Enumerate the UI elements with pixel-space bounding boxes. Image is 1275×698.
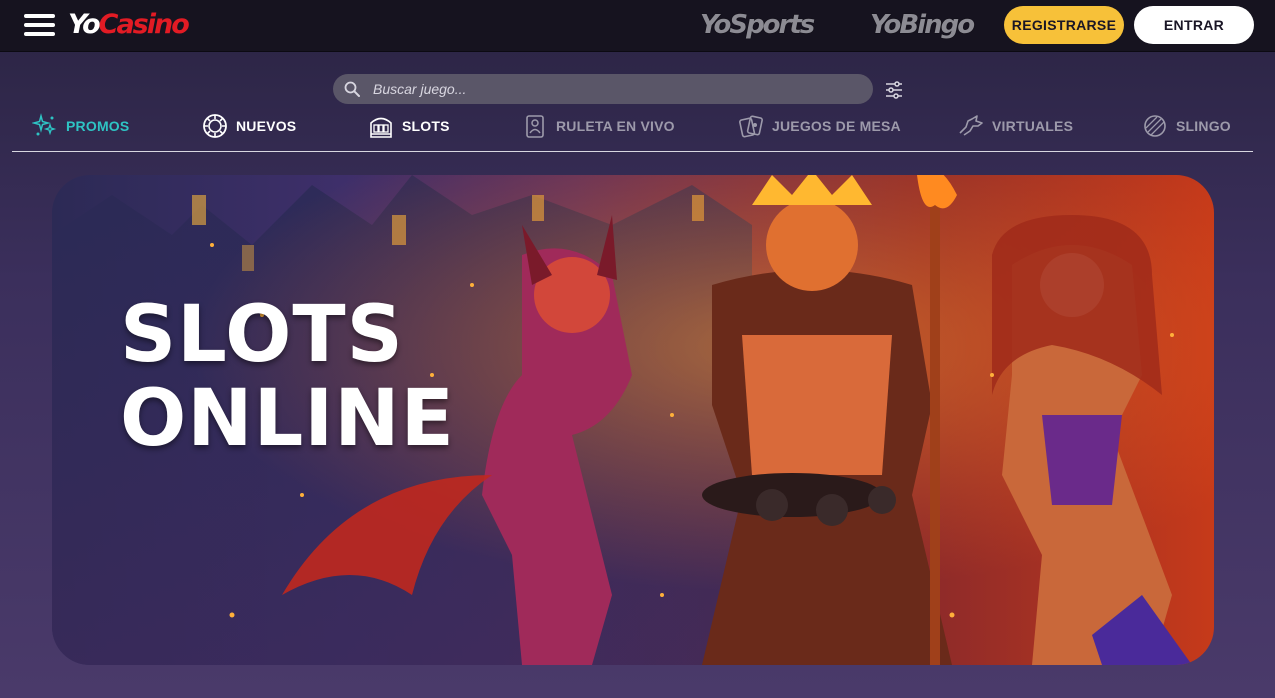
- search-input[interactable]: [373, 74, 863, 104]
- logo-casino: Casino: [98, 9, 190, 40]
- yocasino-logo[interactable]: Yo Casino: [68, 9, 190, 40]
- hero-title: SLOTS ONLINE: [120, 293, 455, 461]
- live-dealer-icon: [526, 115, 544, 138]
- category-label: SLOTS: [402, 118, 450, 134]
- chip-icon: [203, 114, 227, 138]
- horse-icon: [959, 115, 983, 136]
- register-button[interactable]: REGISTRARSE: [1004, 6, 1124, 44]
- search-bar: [333, 74, 873, 104]
- category-virtuales[interactable]: VIRTUALES: [958, 112, 1073, 140]
- yosports-link[interactable]: YoSports: [700, 10, 815, 40]
- category-slots[interactable]: SLOTS: [368, 112, 450, 140]
- category-nuevos[interactable]: NUEVOS: [202, 112, 296, 140]
- category-ruleta-en-vivo[interactable]: RULETA EN VIVO: [522, 112, 675, 140]
- logo-yo: Yo: [68, 9, 101, 40]
- category-juegos-de-mesa[interactable]: JUEGOS DE MESA: [738, 112, 901, 140]
- category-label: VIRTUALES: [992, 118, 1074, 134]
- search-icon: [344, 81, 360, 97]
- category-nav: PROMOS NUEVOS SLOTS RULETA EN VIVO JUEGO…: [12, 108, 1253, 152]
- top-bar: Yo Casino YoSports YoBingo REGISTRARSE EN…: [0, 0, 1275, 52]
- filter-sliders-icon[interactable]: [884, 80, 904, 100]
- category-label: JUEGOS DE MESA: [772, 118, 901, 134]
- cards-icon: [739, 115, 763, 138]
- hero-title-line2: ONLINE: [120, 374, 455, 464]
- login-button[interactable]: ENTRAR: [1134, 6, 1254, 44]
- ball-icon: [1144, 115, 1166, 137]
- hero-title-line1: SLOTS: [120, 290, 404, 380]
- category-label: NUEVOS: [236, 118, 297, 134]
- category-label: RULETA EN VIVO: [556, 118, 675, 134]
- category-label: SLINGO: [1176, 118, 1231, 134]
- menu-icon[interactable]: [24, 14, 55, 36]
- hero-banner[interactable]: SLOTS ONLINE: [52, 175, 1214, 665]
- category-slingo[interactable]: SLINGO: [1142, 112, 1231, 140]
- category-label: PROMOS: [66, 118, 130, 134]
- slot-machine-icon: [370, 117, 392, 138]
- yobingo-link[interactable]: YoBingo: [870, 10, 975, 40]
- sparkles-icon: [32, 113, 57, 136]
- category-promos[interactable]: PROMOS: [32, 112, 129, 140]
